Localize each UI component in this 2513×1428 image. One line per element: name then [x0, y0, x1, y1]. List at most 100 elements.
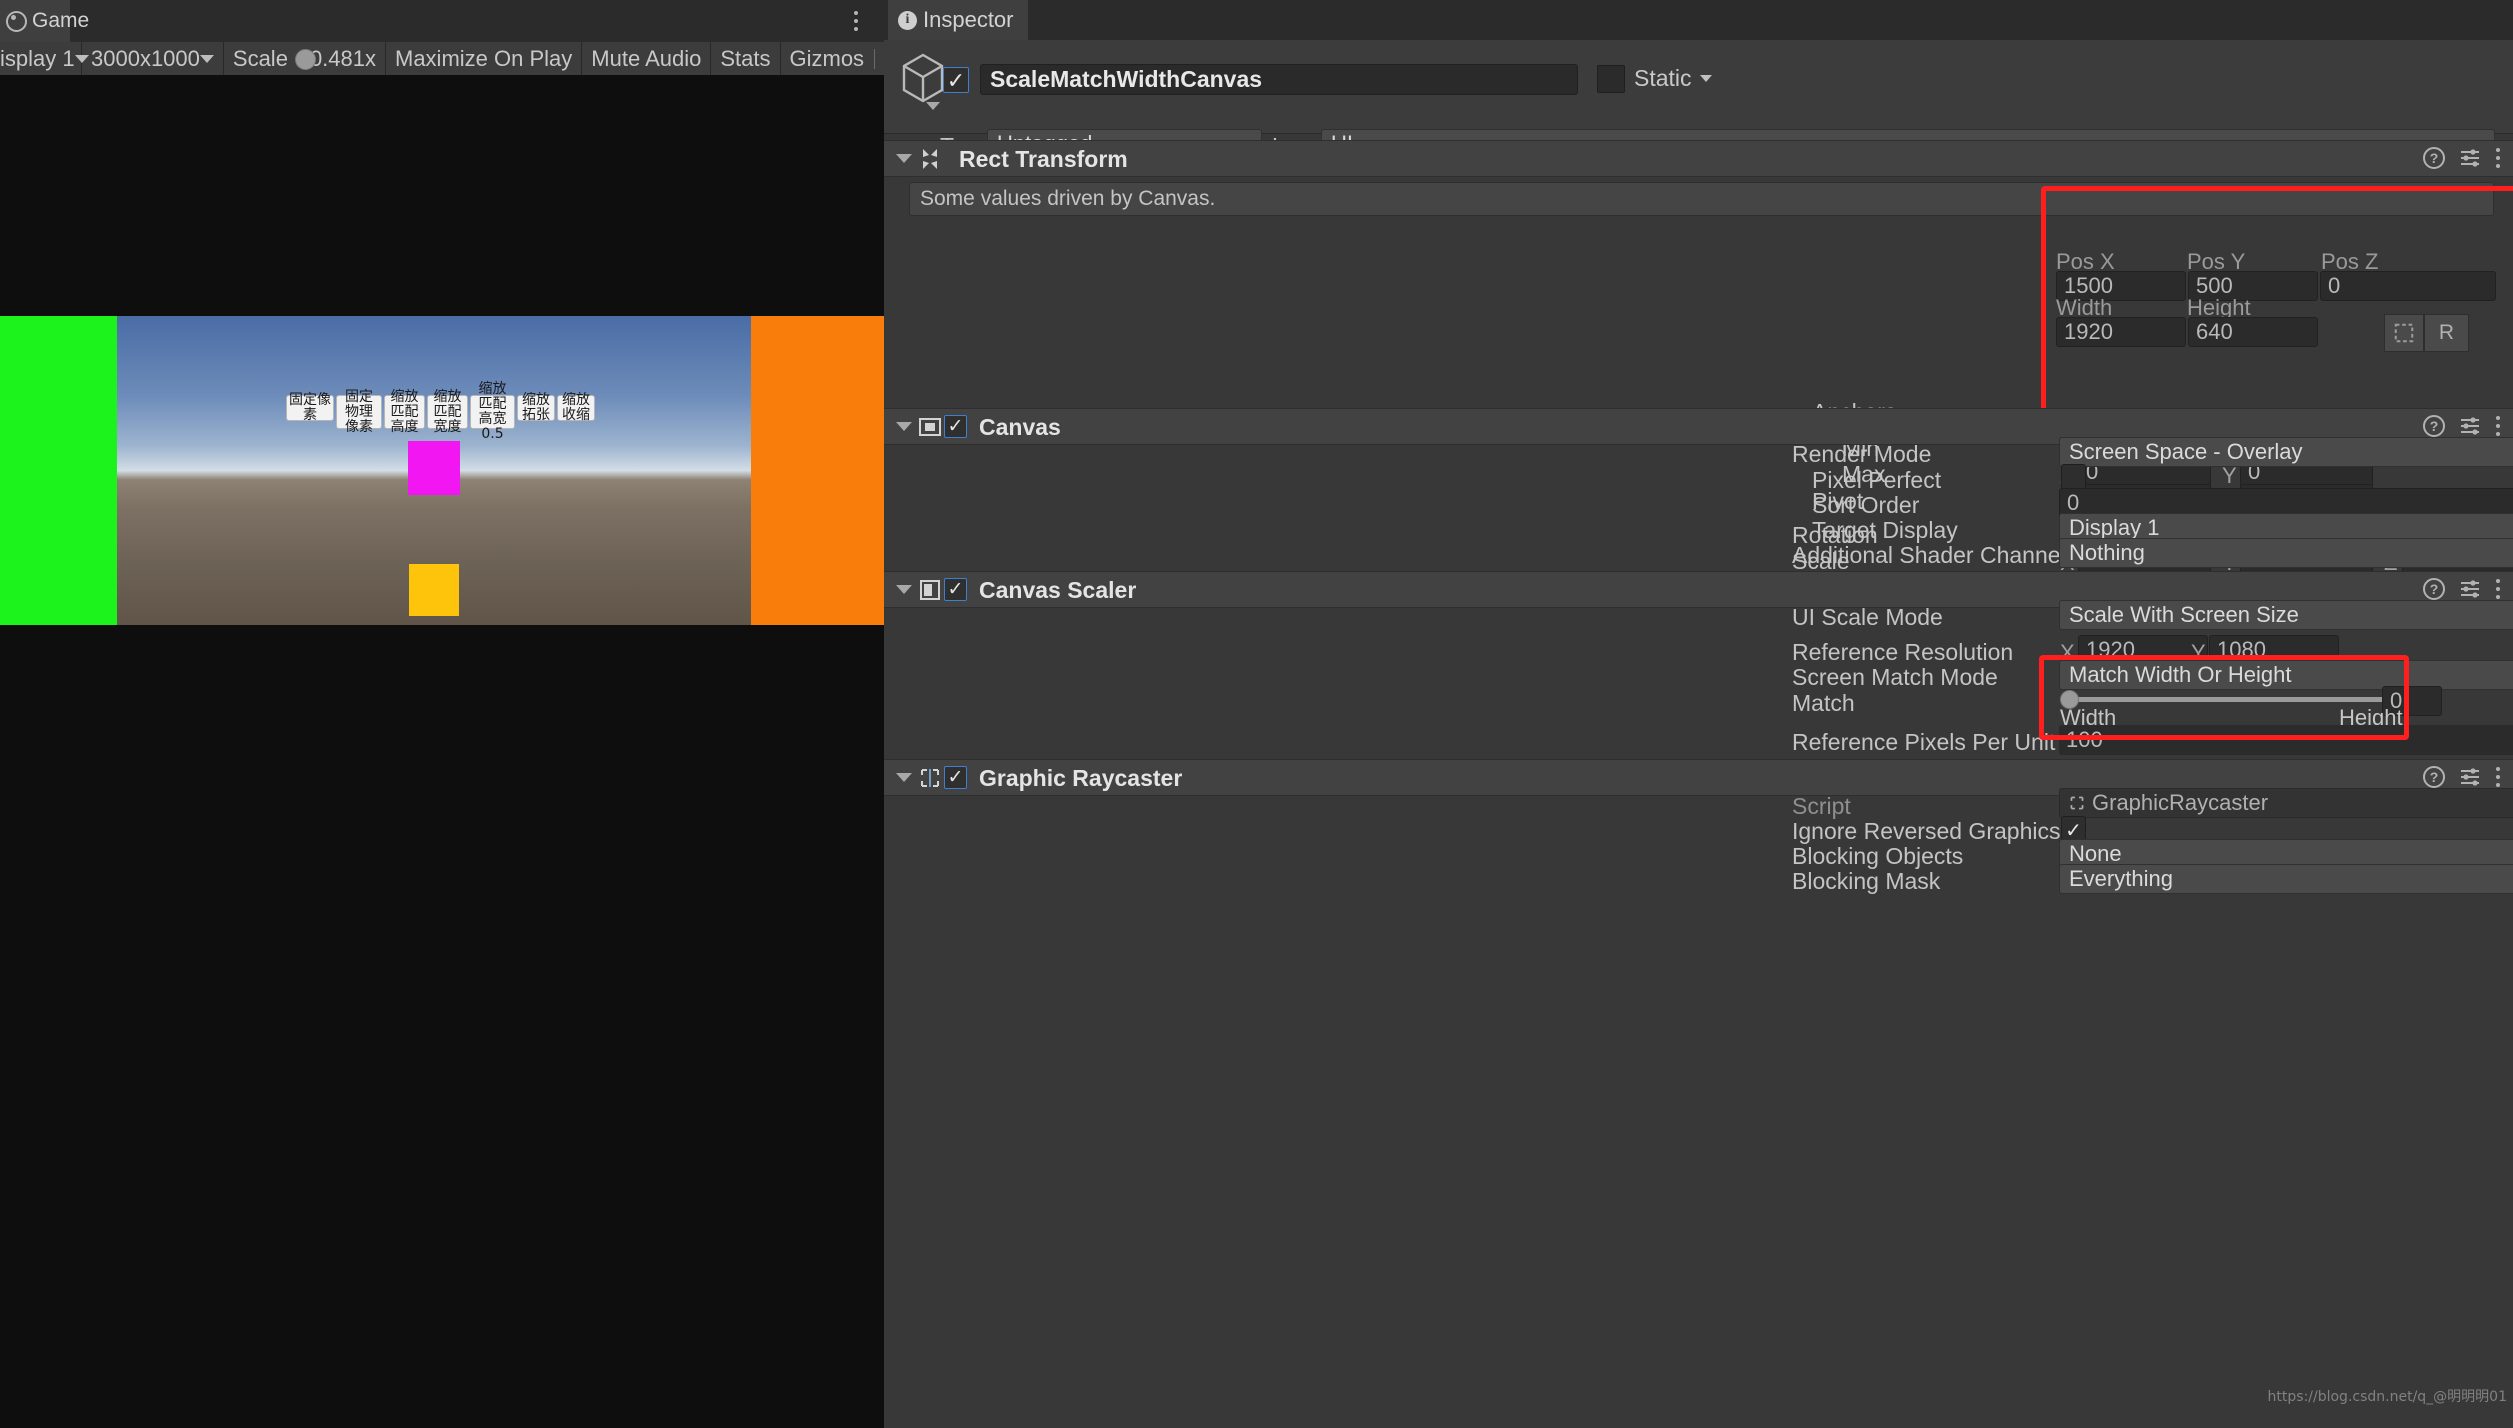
divider	[874, 49, 875, 69]
blueprint-mode-button[interactable]	[2384, 314, 2424, 352]
rect-transform-title: Rect Transform	[959, 146, 1128, 173]
display-dropdown[interactable]: isplay 1	[0, 42, 82, 75]
static-label-text: Static	[1634, 65, 1692, 92]
preset-icon[interactable]	[2459, 415, 2481, 437]
match-slider[interactable]	[2064, 697, 2391, 702]
tab-inspector[interactable]: i Inspector	[888, 0, 1028, 40]
ui-button-fixed-physical-pixel[interactable]: 固定物理 像素	[336, 395, 382, 429]
resolution-dropdown[interactable]: 3000x1000	[82, 42, 224, 75]
preset-icon[interactable]	[2459, 766, 2481, 788]
ui-button-label: 缩放匹配 高度	[387, 390, 422, 435]
screen-match-mode-label: Screen Match Mode	[1792, 664, 1998, 691]
component-menu-icon[interactable]	[2495, 577, 2501, 601]
tab-game-label: Game	[32, 9, 89, 33]
canvas-enabled-checkbox[interactable]	[944, 415, 967, 438]
foldout-arrow-icon[interactable]	[896, 585, 912, 594]
help-icon[interactable]: ?	[2423, 415, 2445, 437]
scale-label: Scale	[233, 46, 288, 72]
height-input[interactable]: 640	[2188, 317, 2318, 347]
gameobject-enabled-checkbox[interactable]	[943, 67, 969, 93]
graphic-raycaster-icon	[917, 765, 943, 791]
blocking-mask-label: Blocking Mask	[1792, 868, 1940, 895]
help-icon[interactable]: ?	[2423, 766, 2445, 788]
gameobject-cube-icon	[900, 52, 946, 104]
game-view-icon	[6, 11, 27, 32]
tab-game[interactable]: Game	[0, 0, 70, 42]
display-dropdown-value: isplay 1	[0, 46, 75, 72]
component-menu-icon[interactable]	[2495, 414, 2501, 438]
tab-inspector-label: Inspector	[923, 7, 1014, 33]
ui-button-scale-match-width[interactable]: 缩放匹配 宽度	[427, 395, 468, 429]
rendered-scene	[0, 316, 884, 625]
maximize-on-play-button[interactable]: Maximize On Play	[386, 42, 582, 75]
component-menu-icon[interactable]	[2495, 765, 2501, 789]
game-viewport[interactable]: 固定像素 固定物理 像素 缩放匹配 高度 缩放匹配 宽度 缩放匹配 高宽0.5 …	[0, 75, 884, 1428]
render-mode-label: Render Mode	[1792, 441, 1931, 468]
chevron-down-icon	[200, 55, 214, 63]
component-menu-icon[interactable]	[2495, 146, 2501, 170]
canvas-scaler-enabled-checkbox[interactable]	[944, 578, 967, 601]
graphic-raycaster-enabled-checkbox[interactable]	[944, 766, 967, 789]
gameobject-header: ScaleMatchWidthCanvas Static Tag Untagge…	[884, 40, 2513, 134]
canvas-scaler-title: Canvas Scaler	[979, 577, 1136, 604]
component-header-buttons: ?	[2423, 414, 2501, 438]
ui-button-scale-match-height[interactable]: 缩放匹配 高度	[384, 395, 425, 429]
inspector-panel: i Inspector ScaleMatchWidthCanvas Static…	[884, 0, 2513, 1428]
additional-shader-channels-dropdown[interactable]: Nothing	[2059, 538, 2513, 568]
scale-slider-knob[interactable]	[295, 49, 316, 70]
pos-z-input[interactable]: 0	[2320, 271, 2496, 301]
ui-button-label: 固定物理 像素	[339, 390, 379, 435]
ui-button-fixed-pixel[interactable]: 固定像素	[286, 395, 334, 421]
static-dropdown[interactable]: Static	[1634, 65, 1712, 92]
canvas-icon	[917, 414, 943, 440]
ui-button-label: 缩放匹配 高宽0.5	[473, 382, 512, 442]
raw-edit-button[interactable]: R	[2424, 314, 2469, 352]
help-icon[interactable]: ?	[2423, 147, 2445, 169]
blocking-mask-value: Everything	[2069, 866, 2173, 892]
ui-button-label: 固定像素	[289, 393, 331, 423]
ui-button-label: 缩放收缩	[560, 393, 592, 423]
render-mode-dropdown[interactable]: Screen Space - Overlay	[2059, 437, 2513, 467]
screen-match-mode-value: Match Width Or Height	[2069, 662, 2292, 688]
width-value: 1920	[2064, 319, 2113, 345]
static-checkbox[interactable]	[1597, 65, 1625, 93]
foldout-arrow-icon[interactable]	[896, 154, 912, 163]
script-object-field[interactable]: GraphicRaycaster	[2059, 788, 2513, 818]
height-value: 640	[2196, 319, 2233, 345]
inspector-tabstrip	[884, 0, 2513, 40]
foldout-arrow-icon[interactable]	[896, 422, 912, 431]
cube-yellow	[409, 564, 459, 616]
ui-button-label: 缩放拓张	[520, 393, 552, 423]
chevron-down-icon	[1700, 75, 1712, 82]
reference-pixels-per-unit-input[interactable]: 100	[2059, 725, 2513, 755]
info-icon: i	[898, 11, 917, 30]
ignore-reversed-graphics-label: Ignore Reversed Graphics	[1792, 818, 2060, 845]
match-label: Match	[1792, 690, 1855, 717]
graphic-raycaster-icon	[2068, 794, 2086, 812]
chevron-down-icon[interactable]	[926, 102, 940, 110]
preset-icon[interactable]	[2459, 147, 2481, 169]
mute-audio-button[interactable]: Mute Audio	[582, 42, 711, 75]
width-input[interactable]: 1920	[2056, 317, 2186, 347]
screen-match-mode-dropdown[interactable]: Match Width Or Height	[2059, 660, 2513, 690]
ui-button-label: 缩放匹配 宽度	[430, 390, 465, 435]
ui-button-scale-shrink[interactable]: 缩放收缩	[557, 395, 595, 421]
cube-magenta	[408, 441, 460, 495]
ui-button-scale-expand[interactable]: 缩放拓张	[517, 395, 555, 421]
rect-transform-icon	[917, 146, 943, 172]
rect-transform-header[interactable]: Rect Transform ?	[884, 140, 2513, 177]
preset-icon[interactable]	[2459, 578, 2481, 600]
ui-scale-mode-dropdown[interactable]: Scale With Screen Size	[2059, 600, 2513, 630]
reference-pixels-per-unit-label: Reference Pixels Per Unit	[1792, 729, 2055, 756]
watermark-text: https://blog.csdn.net/q_@明明明01	[2268, 1386, 2507, 1406]
ui-button-scale-match-half[interactable]: 缩放匹配 高宽0.5	[470, 395, 515, 429]
gameobject-name-input[interactable]: ScaleMatchWidthCanvas	[980, 64, 1578, 95]
blocking-mask-dropdown[interactable]: Everything	[2059, 864, 2513, 894]
scale-slider-group[interactable]: Scale 0.481x	[224, 42, 386, 75]
component-header-buttons: ?	[2423, 577, 2501, 601]
game-panel-menu-icon[interactable]	[848, 6, 864, 36]
render-mode-value: Screen Space - Overlay	[2069, 439, 2303, 465]
help-icon[interactable]: ?	[2423, 578, 2445, 600]
foldout-arrow-icon[interactable]	[896, 773, 912, 782]
stats-button[interactable]: Stats	[711, 42, 780, 75]
